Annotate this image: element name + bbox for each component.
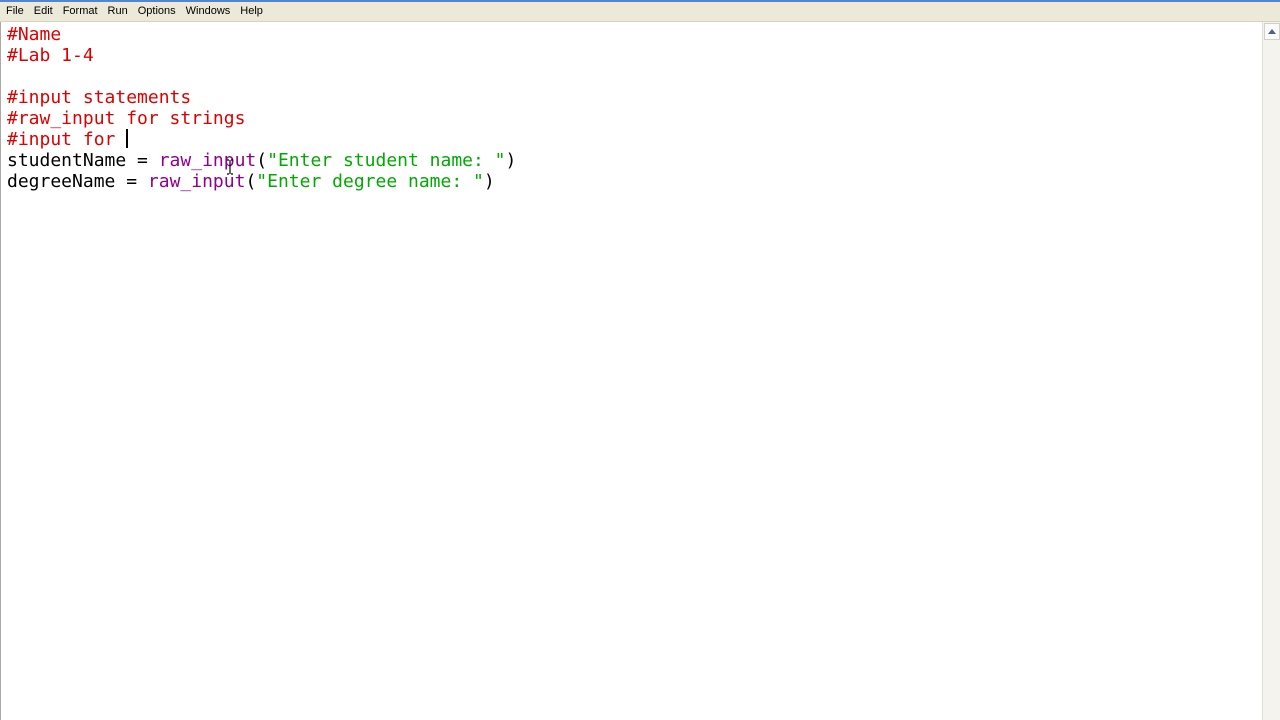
code-line[interactable]: #input for	[7, 129, 516, 150]
code-token-comment: #Lab 1-4	[7, 45, 94, 66]
vertical-scrollbar[interactable]	[1262, 22, 1280, 720]
menu-bar: File Edit Format Run Options Windows Hel…	[0, 2, 1280, 22]
code-line[interactable]: #input statements	[7, 87, 516, 108]
code-line[interactable]: studentName = raw_input("Enter student n…	[7, 150, 516, 171]
code-token-builtin: raw_input	[158, 150, 257, 171]
code-token-string: "Enter degree name: "	[256, 171, 484, 192]
code-editor[interactable]: #Name #Lab 1-4 #input statements #raw_input…	[0, 22, 1261, 720]
scroll-up-button[interactable]	[1264, 23, 1280, 40]
code-token-plain: degreeName =	[7, 171, 148, 192]
code-token-plain: (	[245, 171, 257, 192]
menu-options[interactable]: Options	[133, 3, 181, 20]
code-token-string: "Enter student name: "	[267, 150, 506, 171]
code-line[interactable]: degreeName = raw_input("Enter degree nam…	[7, 171, 516, 192]
menu-format[interactable]: Format	[58, 3, 103, 20]
menu-run[interactable]: Run	[103, 3, 133, 20]
menu-file[interactable]: File	[0, 3, 29, 20]
code-token-plain: )	[483, 171, 495, 192]
code-token-plain: )	[505, 150, 517, 171]
code-token-comment: #input for	[7, 129, 127, 150]
menu-help[interactable]: Help	[235, 3, 268, 20]
menu-edit[interactable]: Edit	[29, 3, 58, 20]
code-token-comment: #raw_input for strings	[7, 108, 246, 129]
code-token-plain: (	[256, 150, 268, 171]
triangle-up-icon	[1268, 29, 1276, 34]
code-token-comment: #input statements	[7, 87, 192, 108]
code-line[interactable]: #raw_input for strings	[7, 108, 516, 129]
text-caret	[126, 129, 129, 148]
code-text-area[interactable]: #Name #Lab 1-4 #input statements #raw_input…	[7, 24, 516, 192]
ibeam-cursor-icon	[227, 159, 233, 175]
code-line[interactable]: #Lab 1-4	[7, 45, 516, 66]
code-token-comment: #Name	[7, 24, 62, 45]
menu-windows[interactable]: Windows	[181, 3, 236, 20]
code-line[interactable]: #Name	[7, 24, 516, 45]
code-token-plain: studentName =	[7, 150, 159, 171]
code-line[interactable]	[7, 66, 516, 87]
